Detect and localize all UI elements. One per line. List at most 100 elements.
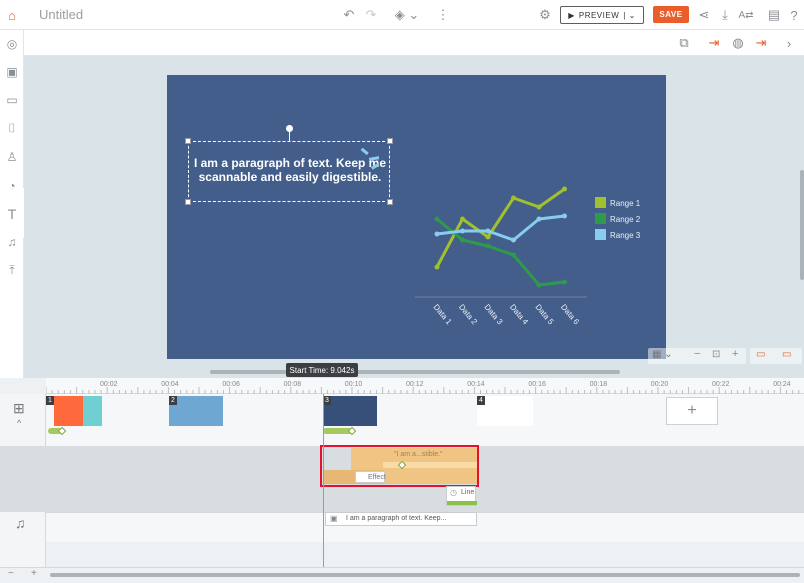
scene-thumb-3[interactable]: 3 [323, 396, 377, 426]
audio-clip-label: I am a paragraph of text. Keep... [346, 515, 447, 522]
ruler-tick-label: 00:22 [712, 381, 730, 388]
line-clip-label: Line [461, 489, 475, 496]
slide-view-icon[interactable]: ▭ [756, 349, 765, 360]
wide-view-icon[interactable]: ▭ [782, 349, 791, 360]
translate-icon[interactable]: A⇄ [737, 6, 755, 24]
ruler-tick-label: 00:18 [590, 381, 608, 388]
secondary-toolbar: ⧉ ⇥ ◍ ⇥ › [24, 30, 804, 56]
x-tick-label: Data 2 [457, 303, 479, 327]
scene-number: 4 [477, 396, 485, 405]
more-menu-icon[interactable]: ⋮ [434, 6, 452, 24]
resize-handle-tl[interactable] [185, 138, 191, 144]
templates-icon[interactable]: ▣ [3, 63, 21, 81]
x-tick-label: Data 6 [559, 303, 581, 327]
scene-number: 3 [323, 396, 331, 405]
grid-icon[interactable]: ▦ ⌄ [652, 349, 673, 360]
music-icon[interactable]: ♫ [3, 233, 21, 251]
data-point [485, 234, 491, 240]
sparkle-decoration-icon [360, 148, 380, 170]
data-point [485, 243, 491, 249]
ruler-tick-label: 00:24 [773, 381, 791, 388]
compass-icon[interactable]: ◎ [3, 35, 21, 53]
notes-icon[interactable]: ▤ [765, 6, 783, 24]
ruler-tick-label: 00:12 [406, 381, 424, 388]
resize-handle-br[interactable] [387, 199, 393, 205]
top-toolbar: ⌂ Untitled ↶ ↷ ◈ ⌄ ⋮ ⚙ ▶ PREVIEW | ⌄ SAV… [0, 0, 804, 30]
voiceover-icon: ▣ [330, 514, 338, 523]
redo-icon[interactable]: ↷ [362, 6, 380, 24]
add-scene-button[interactable]: + [666, 397, 718, 425]
line-chart[interactable]: Range 1Range 2Range 3Data 1 Data 2 Data 3D… [167, 75, 666, 359]
data-point [460, 228, 465, 234]
data-point [485, 228, 491, 234]
resize-handle-bl[interactable] [185, 199, 191, 205]
upload-icon[interactable]: ⤒ [3, 261, 21, 279]
chart-icon[interactable]: ◔ [3, 177, 21, 195]
data-point [511, 195, 516, 201]
settings-icon[interactable]: ⚙ [536, 6, 554, 24]
layers-icon[interactable]: ◈ ⌄ [392, 6, 422, 24]
chevron-up-icon[interactable]: ^ [17, 418, 21, 428]
clock-icon: ◷ [450, 488, 457, 497]
document-title[interactable]: Untitled [39, 7, 83, 22]
vertical-scrollbar[interactable] [800, 170, 804, 280]
line-element-clip[interactable]: ◷ Line [446, 486, 477, 506]
text-icon[interactable]: T [3, 205, 21, 223]
legend-swatch [595, 213, 606, 224]
scene-thumb-4[interactable]: 4 [477, 396, 533, 426]
line-clip-bar [447, 501, 477, 505]
horizontal-scrollbar[interactable] [210, 370, 620, 374]
slide-canvas[interactable]: Range 1 Range 2 Range 3 Data 1 Data 2 Data 3D… [167, 75, 666, 359]
share-icon[interactable]: ⋖ [695, 6, 713, 24]
data-point [460, 216, 465, 222]
download-icon[interactable]: ⤓ [716, 6, 734, 24]
data-point [536, 216, 542, 222]
ruler-tick-label: 00:20 [651, 381, 669, 388]
ruler-tick-label: 00:16 [528, 381, 546, 388]
character-icon[interactable]: ♙ [3, 148, 21, 166]
scenes-icon[interactable]: ▭ [3, 91, 21, 109]
view-controls: ▭ ▭ [750, 348, 802, 364]
inbox-icon[interactable]: ⌷ [3, 119, 21, 137]
preview-label: PREVIEW [578, 10, 620, 20]
preview-button[interactable]: ▶ PREVIEW | ⌄ [560, 6, 644, 24]
series-line-1 [435, 187, 566, 268]
legend-swatch [595, 197, 606, 208]
scene-thumb-2[interactable]: 2 [169, 396, 223, 426]
timeline-ruler[interactable]: 00:02 00:04 00:06 00:08 00:10 00:12 00:14 00:16… [46, 378, 804, 394]
zoom-in-icon[interactable]: + [732, 348, 738, 360]
audio-clip[interactable]: ▣ I am a paragraph of text. Keep... [325, 512, 477, 526]
zoom-in-timeline-icon[interactable]: + [31, 568, 37, 579]
undo-icon[interactable]: ↶ [340, 6, 358, 24]
timeline-scrollbar[interactable] [50, 573, 800, 577]
home-icon[interactable]: ⌂ [3, 6, 21, 24]
rotation-handle[interactable] [286, 125, 293, 132]
scene-thumb-1[interactable]: 1 [46, 396, 102, 426]
playhead[interactable] [323, 394, 324, 567]
ruler-ticks: 00:02 00:04 00:06 00:08 00:10 00:12 00:14 00:16… [46, 381, 800, 394]
data-point [562, 186, 567, 192]
zoom-out-icon[interactable]: − [694, 348, 700, 360]
data-point [562, 213, 567, 219]
start-time-tooltip: Start Time: 9.042s [286, 363, 358, 377]
save-button[interactable]: SAVE [653, 6, 689, 23]
scene-number: 1 [46, 396, 54, 405]
exit-animation-icon[interactable]: ⇥ [752, 34, 770, 52]
text-box[interactable]: I am a paragraph of text. Keep me scanna… [185, 138, 393, 205]
help-icon[interactable]: ? [785, 6, 803, 24]
legend-label: Range 2 [610, 215, 641, 224]
audio-track-icon[interactable]: ♫ [15, 515, 26, 531]
resize-handle-tr[interactable] [387, 138, 393, 144]
arrange-icon[interactable]: ⧉ [675, 34, 693, 52]
data-point [434, 231, 440, 237]
zoom-out-timeline-icon[interactable]: − [8, 568, 14, 579]
expand-icon[interactable]: › [780, 34, 798, 52]
legend-swatch [595, 229, 606, 240]
motion-path-icon[interactable]: ◍ [729, 34, 747, 52]
fit-icon[interactable]: ⊡ [712, 349, 720, 360]
paragraph-text[interactable]: I am a paragraph of text. Keep me scanna… [193, 156, 387, 184]
x-tick-label: Data 3 [482, 303, 504, 327]
enter-animation-icon[interactable]: ⇥ [705, 34, 723, 52]
film-icon[interactable]: ⊞ [13, 400, 25, 417]
zoom-controls: ▦ ⌄ − ⊡ + [648, 348, 746, 364]
